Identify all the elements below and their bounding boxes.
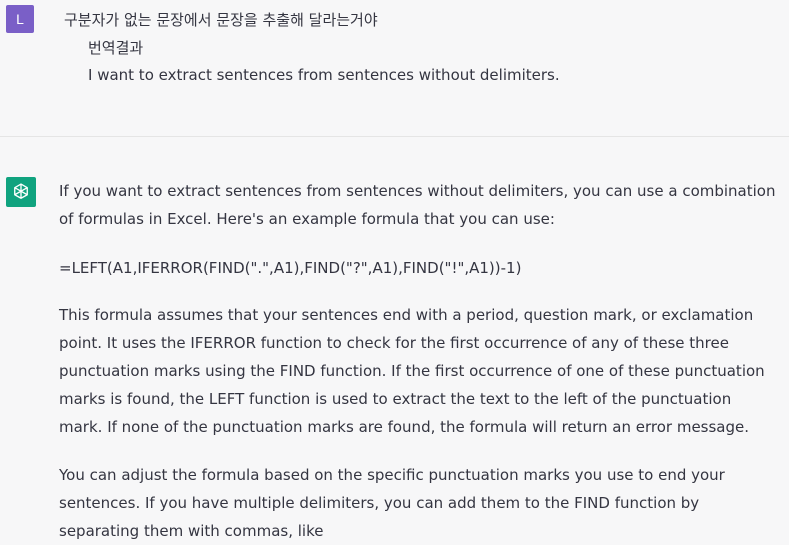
- assistant-paragraph: This formula assumes that your sentences…: [59, 306, 765, 436]
- openai-logo-icon: [14, 183, 28, 199]
- translation-text: I want to extract sentences from sentenc…: [88, 66, 560, 84]
- assistant-avatar: [6, 177, 36, 207]
- user-message-text: 구분자가 없는 문장에서 문장을 추출해 달라는거야: [64, 11, 378, 29]
- formula-text: =LEFT(A1,IFERROR(FIND(".",A1),FIND("?",A…: [59, 259, 522, 277]
- translation-label: 번역결과: [88, 39, 144, 57]
- user-avatar: L: [6, 5, 34, 33]
- assistant-paragraph: If you want to extract sentences from se…: [59, 182, 776, 228]
- assistant-paragraph: You can adjust the formula based on the …: [59, 466, 725, 540]
- user-message-row: L 구분자가 없는 문장에서 문장을 추출해 달라는거야 번역결과 I want…: [0, 0, 789, 137]
